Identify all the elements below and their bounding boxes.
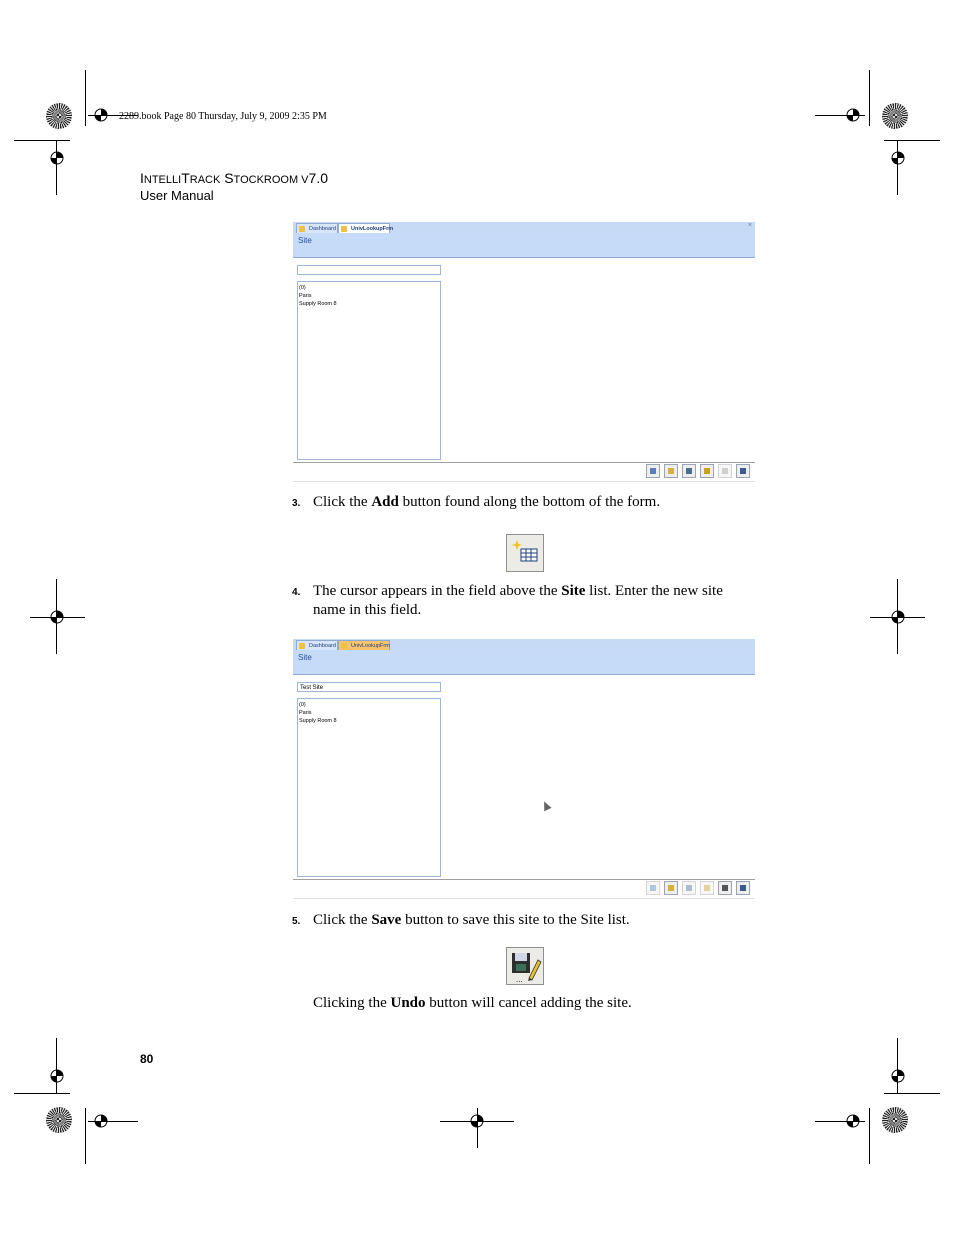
form-header: Site bbox=[293, 233, 755, 258]
tab-dashboard[interactable]: Dashboard bbox=[296, 223, 338, 233]
tab-bar: Dashboard UnivLookupFrm bbox=[293, 639, 755, 650]
registration-mark-icon bbox=[891, 610, 905, 624]
site-list[interactable]: (0) Paris Supply Room 8 bbox=[297, 281, 441, 460]
running-header-subtitle: User Manual bbox=[140, 188, 214, 203]
save-button[interactable] bbox=[682, 881, 696, 895]
registration-mark-icon bbox=[891, 151, 905, 165]
delete-button[interactable] bbox=[700, 464, 714, 478]
registration-mark-icon bbox=[470, 1114, 484, 1128]
edit-button[interactable] bbox=[664, 464, 678, 478]
exit-button[interactable] bbox=[736, 464, 750, 478]
print-slug: 2289.book Page 80 Thursday, July 9, 2009… bbox=[119, 111, 327, 122]
svg-text:...: ... bbox=[516, 976, 523, 984]
color-target-icon bbox=[46, 103, 72, 129]
tab-univlookupfrm[interactable]: UnivLookupFrm bbox=[338, 640, 390, 650]
tab-univlookupfrm[interactable]: UnivLookupFrm bbox=[338, 223, 393, 233]
add-button[interactable] bbox=[646, 881, 660, 895]
undo-button[interactable] bbox=[718, 464, 732, 478]
exit-button[interactable] bbox=[736, 881, 750, 895]
form-header: Site bbox=[293, 650, 755, 675]
registration-mark-icon bbox=[50, 610, 64, 624]
registration-mark-icon bbox=[94, 1114, 108, 1128]
tab-bar: Dashboard UnivLookupFrm × bbox=[293, 222, 755, 233]
delete-button[interactable] bbox=[700, 881, 714, 895]
edit-button[interactable] bbox=[664, 881, 678, 895]
running-header-title: INTELLITRACK STOCKROOM V7.0 bbox=[140, 170, 328, 186]
add-record-icon bbox=[506, 534, 544, 572]
tab-dashboard[interactable]: Dashboard bbox=[296, 640, 338, 650]
color-target-icon bbox=[46, 1107, 72, 1133]
form-title: Site bbox=[298, 236, 312, 245]
list-item[interactable]: (0) bbox=[299, 284, 439, 292]
registration-mark-icon bbox=[891, 1069, 905, 1083]
form-screenshot-before: Dashboard UnivLookupFrm × Site (0) Paris… bbox=[293, 222, 755, 482]
close-icon[interactable]: × bbox=[748, 222, 752, 229]
color-target-icon bbox=[882, 1107, 908, 1133]
registration-mark-icon bbox=[50, 1069, 64, 1083]
site-input[interactable]: Test Site bbox=[297, 682, 441, 692]
registration-mark-icon bbox=[50, 151, 64, 165]
add-button[interactable] bbox=[646, 464, 660, 478]
form-title: Site bbox=[298, 653, 312, 662]
mouse-cursor-icon bbox=[540, 799, 552, 812]
list-item[interactable]: Supply Room 8 bbox=[299, 300, 439, 308]
list-item[interactable]: Paris bbox=[299, 292, 439, 300]
registration-mark-icon bbox=[846, 108, 860, 122]
list-item[interactable]: Supply Room 8 bbox=[299, 717, 439, 725]
list-item[interactable]: Paris bbox=[299, 709, 439, 717]
undo-button[interactable] bbox=[718, 881, 732, 895]
site-list[interactable]: (0) Paris Supply Room 8 bbox=[297, 698, 441, 877]
save-button[interactable] bbox=[682, 464, 696, 478]
registration-mark-icon bbox=[94, 108, 108, 122]
save-icon: ... bbox=[506, 947, 544, 985]
form-screenshot-after: Dashboard UnivLookupFrm Site Test Site (… bbox=[293, 639, 755, 899]
site-input[interactable] bbox=[297, 265, 441, 275]
registration-mark-icon bbox=[846, 1114, 860, 1128]
color-target-icon bbox=[882, 103, 908, 129]
list-item[interactable]: (0) bbox=[299, 701, 439, 709]
page-number: 80 bbox=[140, 1052, 154, 1066]
